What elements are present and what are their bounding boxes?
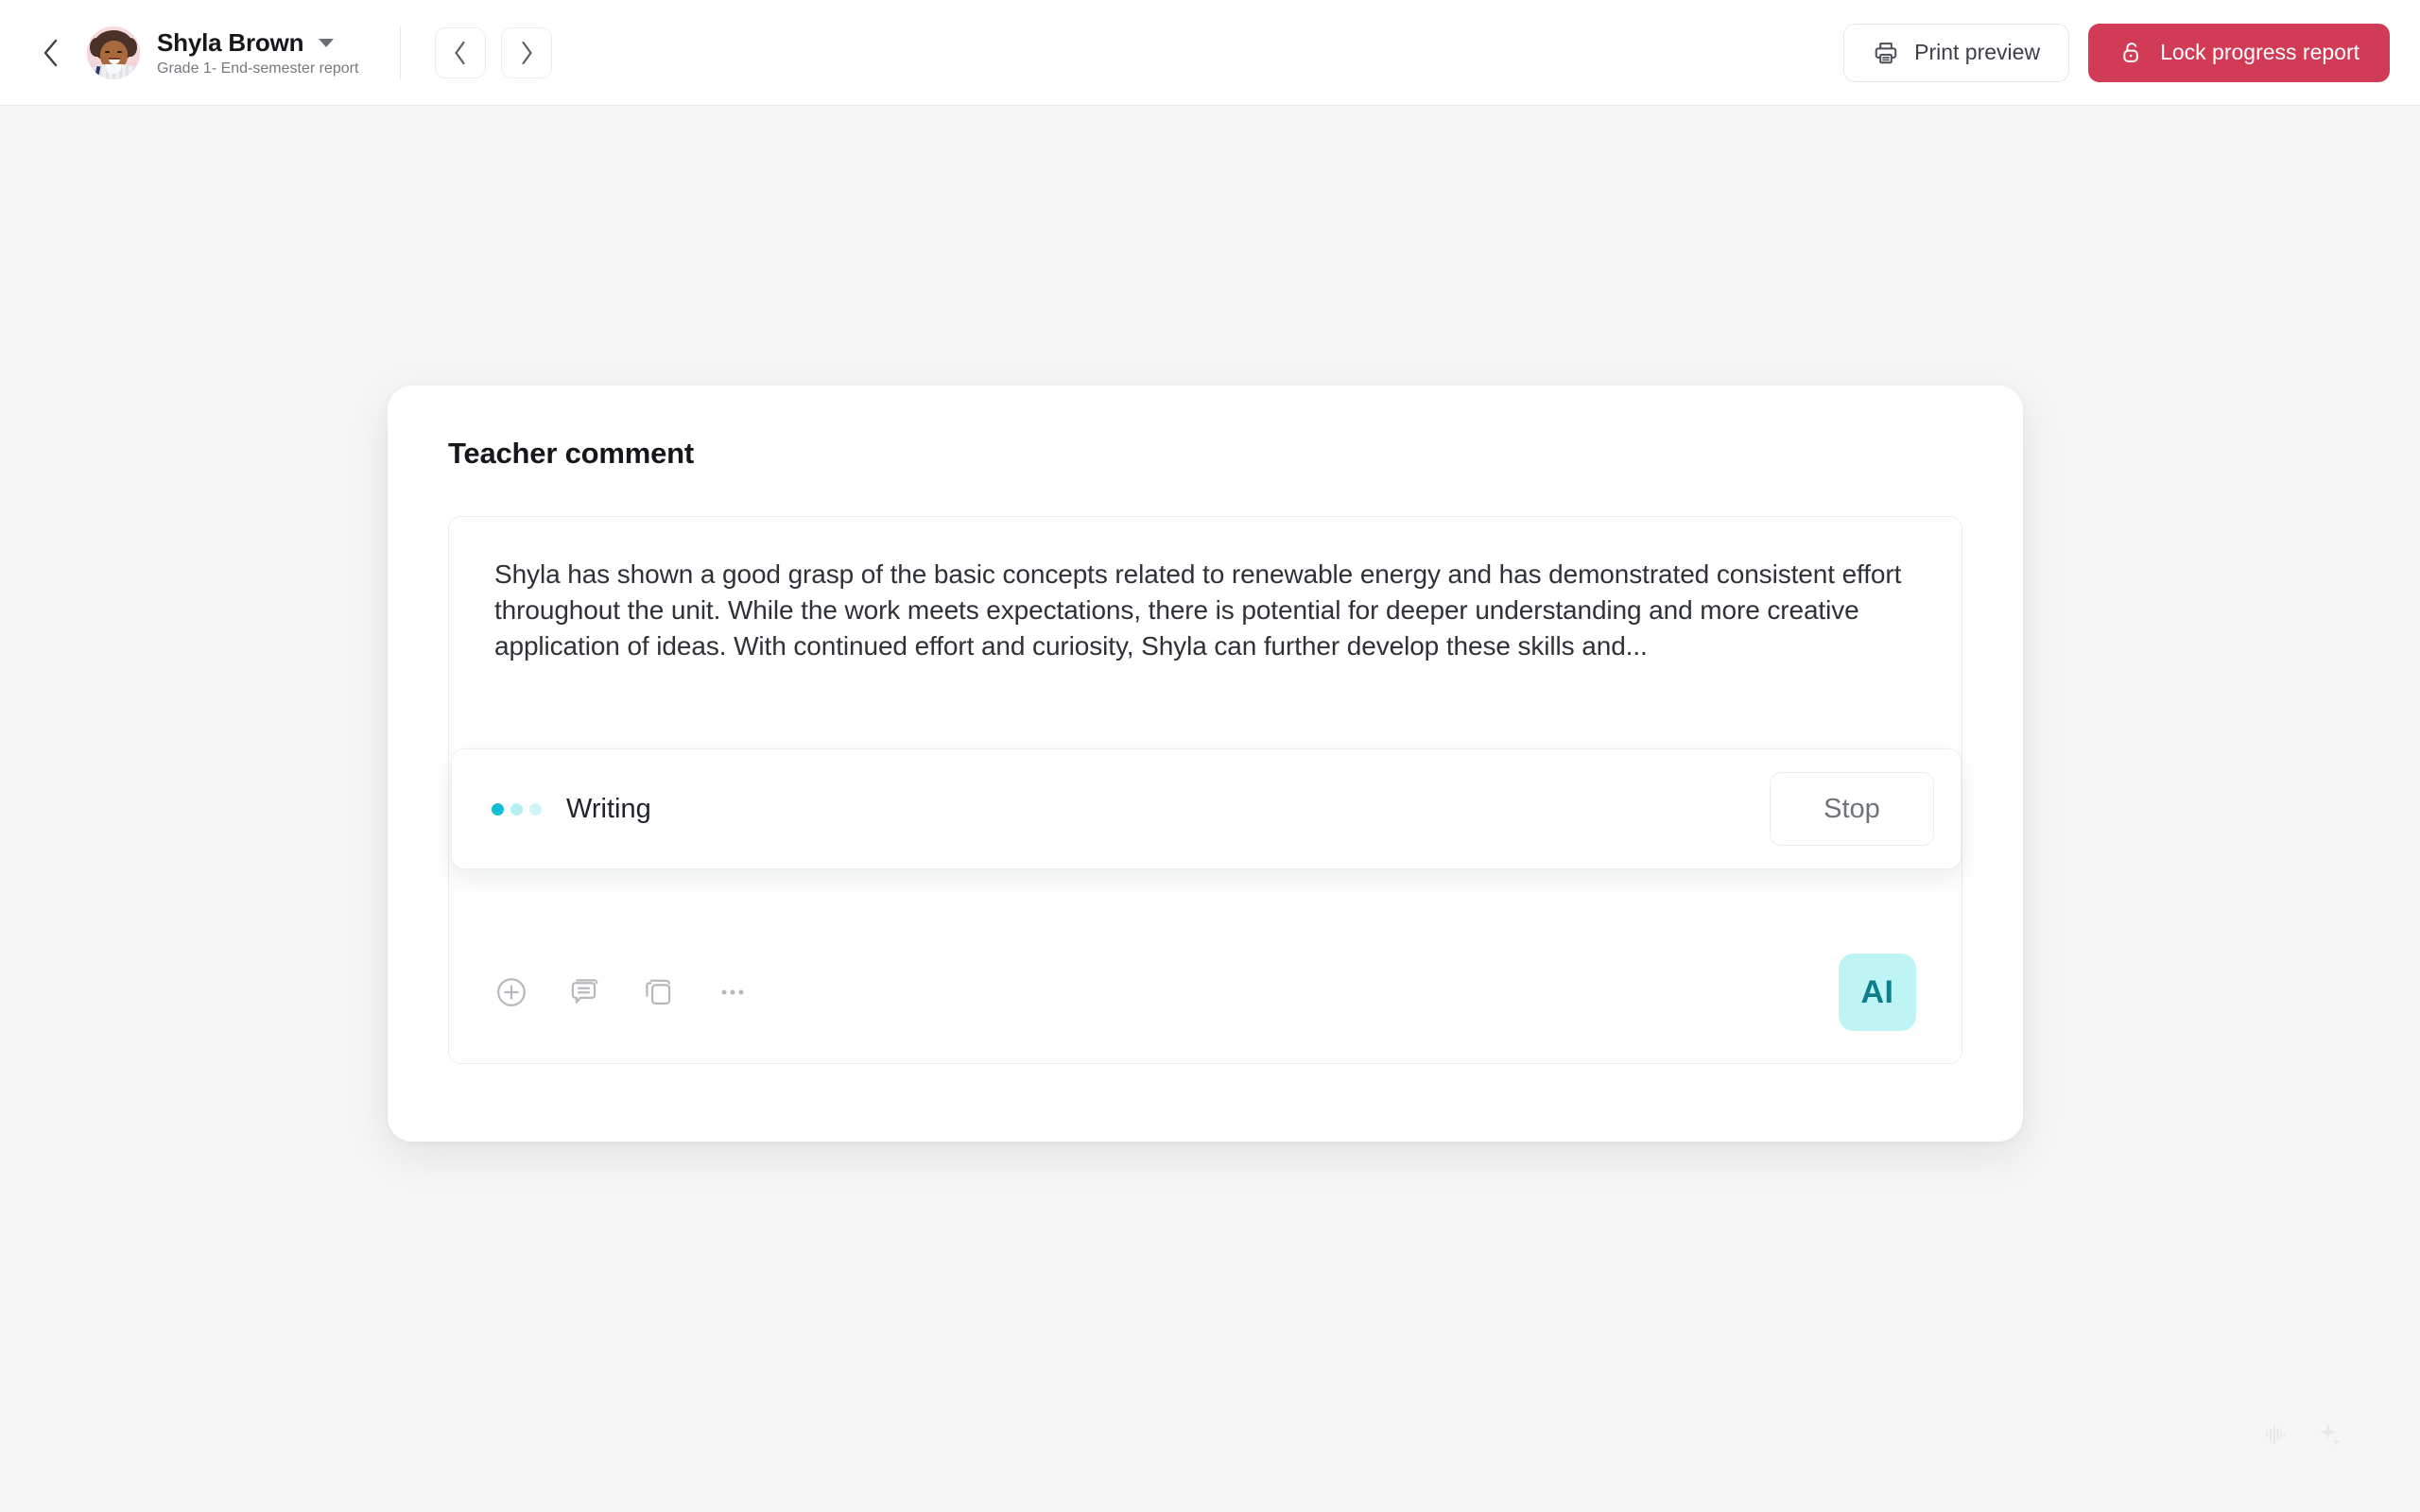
lock-progress-report-button[interactable]: Lock progress report xyxy=(2088,23,2390,82)
app-window: Shyla Brown Grade 1- End-semester report xyxy=(0,0,2420,1512)
ai-badge-label: AI xyxy=(1860,973,1894,1010)
comment-text: Shyla has shown a good grasp of the basi… xyxy=(494,559,1902,662)
teacher-comment-card: Teacher comment Shyla has shown a good g… xyxy=(388,386,2023,1142)
comment-editor[interactable]: Shyla has shown a good grasp of the basi… xyxy=(448,516,1962,1064)
more-horizontal-icon[interactable] xyxy=(716,975,750,1009)
sparkle-icon[interactable] xyxy=(2316,1420,2344,1453)
lock-progress-report-label: Lock progress report xyxy=(2160,40,2360,64)
caret-down-icon[interactable] xyxy=(319,38,335,47)
back-button[interactable] xyxy=(34,37,66,69)
comment-toolbar: AI xyxy=(494,954,1916,1031)
print-preview-button[interactable]: Print preview xyxy=(1843,23,2070,82)
chevron-left-icon xyxy=(43,39,58,66)
stop-button-label: Stop xyxy=(1824,793,1880,824)
next-student-button[interactable] xyxy=(501,26,553,78)
student-text-block: Shyla Brown Grade 1- End-semester report xyxy=(157,28,358,77)
print-preview-label: Print preview xyxy=(1914,40,2041,64)
waveform-icon[interactable] xyxy=(2261,1420,2290,1453)
chevron-left-icon xyxy=(455,41,466,64)
printer-icon xyxy=(1875,42,1897,63)
card-title: Teacher comment xyxy=(448,437,695,470)
copy-icon[interactable] xyxy=(642,975,676,1009)
loading-dots-icon xyxy=(492,802,542,816)
generation-status-bar: Writing Stop xyxy=(451,748,1962,869)
top-header-bar: Shyla Brown Grade 1- End-semester report xyxy=(0,0,2420,106)
generation-status-label: Writing xyxy=(566,793,651,824)
previous-student-button[interactable] xyxy=(435,26,487,78)
ai-assist-badge[interactable]: AI xyxy=(1839,954,1916,1031)
student-subtitle: Grade 1- End-semester report xyxy=(157,60,359,77)
avatar xyxy=(87,26,140,79)
plus-circle-icon[interactable] xyxy=(494,975,528,1009)
record-navigation xyxy=(435,26,553,78)
chat-bubble-icon[interactable] xyxy=(568,975,602,1009)
header-divider xyxy=(400,26,402,79)
student-name: Shyla Brown xyxy=(157,27,304,57)
stop-generation-button[interactable]: Stop xyxy=(1770,772,1934,846)
lock-icon xyxy=(2123,42,2138,62)
floating-widgets xyxy=(2261,1420,2344,1453)
chevron-right-icon xyxy=(522,41,533,64)
student-selector[interactable]: Shyla Brown Grade 1- End-semester report xyxy=(87,26,358,79)
